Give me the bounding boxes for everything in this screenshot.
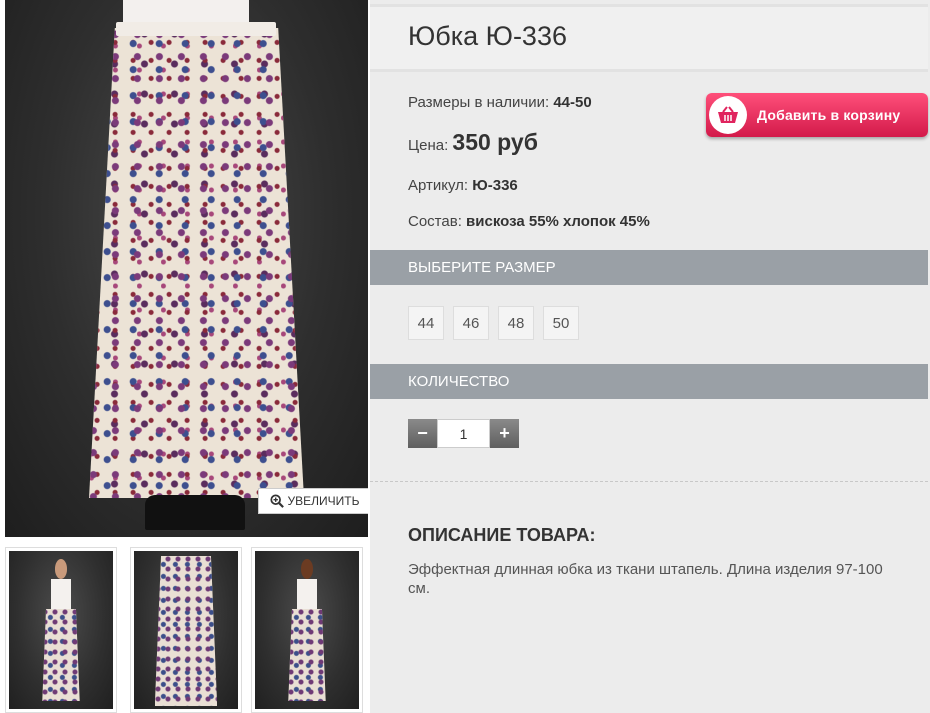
quantity-section-title: КОЛИЧЕСТВО [408, 373, 510, 390]
price-row: Цена: 350 руб [408, 129, 538, 156]
size-option-46[interactable]: 46 [453, 306, 489, 340]
title-bar: Юбка Ю-336 [370, 4, 928, 72]
size-section-header: ВЫБЕРИТЕ РАЗМЕР [370, 250, 928, 285]
description-title: ОПИСАНИЕ ТОВАРА: [408, 525, 596, 545]
product-title: Юбка Ю-336 [408, 21, 567, 51]
thumbnail-image [134, 551, 238, 709]
size-option-44[interactable]: 44 [408, 306, 444, 340]
magnifier-plus-icon [269, 494, 284, 508]
main-product-photo[interactable]: УВЕЛИЧИТЬ [5, 0, 368, 537]
sku-value: Ю-336 [472, 177, 518, 194]
photo-shoes [145, 495, 245, 530]
quantity-increase-button[interactable]: + [490, 419, 519, 448]
price-value: 350 руб [452, 129, 538, 155]
zoom-button[interactable]: УВЕЛИЧИТЬ [258, 488, 368, 514]
price-label: Цена: [408, 137, 449, 154]
sizes-available-value: 44-50 [553, 94, 592, 111]
thumbnail-strip [5, 547, 368, 713]
composition-row: Состав: вискоза 55% хлопок 45% [408, 213, 650, 230]
quantity-decrease-button[interactable]: − [408, 419, 437, 448]
size-section-title: ВЫБЕРИТЕ РАЗМЕР [408, 259, 556, 276]
thumbnail-closeup[interactable] [130, 547, 242, 713]
sku-label: Артикул: [408, 177, 469, 194]
sizes-available-row: Размеры в наличии: 44-50 [408, 94, 592, 111]
photo-waistband [116, 22, 276, 36]
add-to-cart-label: Добавить в корзину [757, 107, 901, 123]
thumbnail-back[interactable] [251, 547, 363, 713]
cart-icon-circle [709, 96, 747, 134]
size-option-48[interactable]: 48 [498, 306, 534, 340]
sku-row: Артикул: Ю-336 [408, 177, 518, 194]
quantity-stepper: − + [408, 419, 519, 448]
photo-skirt [89, 28, 304, 498]
composition-value: вискоза 55% хлопок 45% [466, 213, 650, 230]
basket-icon [718, 106, 738, 123]
product-info-panel: Юбка Ю-336 Размеры в наличии: 44-50 Цена… [370, 0, 930, 713]
thumbnail-image [255, 551, 359, 709]
thumbnail-front[interactable] [5, 547, 117, 713]
sizes-available-label: Размеры в наличии: [408, 94, 550, 111]
quantity-section-header: КОЛИЧЕСТВО [370, 364, 928, 399]
size-options: 44 46 48 50 [408, 306, 579, 340]
zoom-label: УВЕЛИЧИТЬ [287, 494, 360, 508]
thumbnail-image [9, 551, 113, 709]
size-option-50[interactable]: 50 [543, 306, 579, 340]
add-to-cart-button[interactable]: Добавить в корзину [706, 93, 928, 137]
product-gallery: УВЕЛИЧИТЬ [0, 0, 370, 713]
composition-label: Состав: [408, 213, 462, 230]
description-text: Эффектная длинная юбка из ткани штапель.… [408, 561, 883, 597]
section-divider [370, 481, 928, 482]
photo-blouse [123, 0, 249, 24]
quantity-input[interactable] [437, 419, 490, 448]
